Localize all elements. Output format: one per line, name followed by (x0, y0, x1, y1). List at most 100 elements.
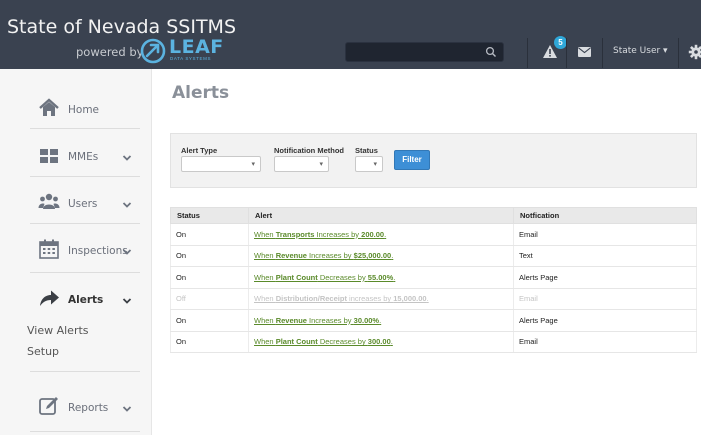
table-row: On When Plant Count Decreases by 55.00%. A… (170, 266, 697, 289)
filter-button[interactable]: Filter (394, 150, 430, 170)
sidebar-item-label: Alerts (68, 294, 104, 306)
status-select[interactable]: ▾ (355, 156, 383, 172)
select-caret-icon: ▾ (251, 161, 255, 168)
sidebar-item-inspections[interactable]: Inspections (0, 228, 152, 274)
alert-rule-link[interactable]: When Revenue Increases by 30.00%. (254, 316, 381, 325)
column-header-status: Status (170, 207, 249, 224)
table-row: On When Plant Count Decreases by 300.00. E… (170, 331, 697, 353)
alert-text: When (254, 294, 276, 304)
status-cell: On (170, 223, 249, 246)
leaf-logo-subtext: DATA SYSTEMS (170, 56, 212, 61)
table-row: Off When Distribution/Receipt increases b… (170, 288, 697, 310)
chevron-down-icon[interactable] (122, 153, 132, 163)
table-row: On When Revenue Increases by 30.00%. Alert… (170, 309, 697, 332)
alert-metric: Plant Count (275, 337, 318, 347)
leaf-logo-text: LEAF (169, 36, 224, 58)
alert-metric: Distribution/Receipt (275, 294, 347, 304)
sidebar-divider (30, 371, 140, 372)
sidebar: Home MMEs Users Inspections Alerts View … (0, 69, 152, 435)
alert-text: When (254, 272, 276, 282)
status-cell: On (170, 266, 249, 289)
alert-metric: Transports (275, 229, 315, 239)
chevron-down-icon[interactable] (122, 200, 132, 210)
mail-icon[interactable] (578, 47, 591, 57)
gear-icon[interactable] (688, 44, 701, 60)
alert-text: Decreases by (317, 272, 368, 282)
alert-text: When (254, 229, 276, 239)
search-icon[interactable] (485, 46, 497, 58)
alert-amount: 30.00% (353, 315, 380, 325)
sidebar-item-label: Users (68, 198, 98, 210)
chevron-down-icon[interactable] (122, 247, 132, 257)
status-label: Status (355, 146, 378, 155)
calendar-icon (39, 239, 59, 259)
alert-text: . (379, 315, 382, 325)
alert-text: . (384, 229, 387, 239)
notification-cell: Alerts Page (513, 309, 697, 332)
alerts-table: Status Alert Notfication On When Transpor… (170, 207, 697, 353)
top-header: State of Nevada SSITMS powered by LEAF D… (0, 0, 701, 69)
chevron-down-icon[interactable] (122, 404, 132, 414)
select-caret-icon: ▾ (319, 161, 323, 168)
edit-icon (39, 397, 58, 415)
alert-text: . (390, 337, 393, 347)
alert-text: When (254, 251, 276, 261)
alert-type-select[interactable]: ▾ (181, 156, 261, 172)
notification-cell: Email (513, 331, 697, 353)
column-header-notification: Notfication (513, 207, 697, 224)
alert-rule-link[interactable]: When Plant Count Decreases by 300.00. (254, 337, 393, 346)
filter-panel: Alert Type ▾ Notification Method ▾ Statu… (170, 133, 697, 188)
sidebar-item-mmes[interactable]: MMEs (0, 135, 152, 181)
alert-text: Increases by (314, 229, 362, 239)
header-divider (566, 38, 567, 68)
notification-cell: Email (513, 288, 697, 310)
sidebar-item-alerts[interactable]: Alerts (0, 276, 152, 322)
sidebar-item-label: Reports (68, 402, 109, 414)
status-cell: On (170, 309, 249, 332)
user-menu-dropdown[interactable]: State User ▾ (613, 46, 668, 56)
notification-method-select[interactable]: ▾ (274, 156, 329, 172)
sidebar-item-home[interactable]: Home (0, 87, 152, 133)
header-divider (678, 38, 679, 68)
column-header-alert: Alert (248, 207, 514, 224)
alert-amount: $25,000.00 (353, 251, 392, 261)
table-row: On When Revenue Increases by $25,000.00. T… (170, 245, 697, 267)
powered-by-label: powered by (76, 45, 144, 59)
notification-cell: Text (513, 245, 697, 267)
alert-amount: 300.00 (367, 337, 391, 347)
header-divider (602, 38, 603, 68)
notification-method-label: Notification Method (274, 146, 344, 155)
share-arrow-icon (40, 290, 59, 306)
chevron-down-icon[interactable] (122, 296, 132, 306)
alert-amount: 200.00 (361, 229, 385, 239)
alert-rule-link[interactable]: When Transports Increases by 200.00. (254, 230, 386, 239)
sidebar-item-reports[interactable]: Reports (0, 385, 152, 431)
alert-amount: 15,000.00 (393, 294, 427, 304)
alert-text: Increases by (306, 315, 354, 325)
alert-cell: When Transports Increases by 200.00. (248, 223, 514, 246)
alert-rule-link[interactable]: When Plant Count Decreases by 55.00%. (254, 273, 395, 282)
sidebar-item-label: Home (68, 104, 100, 116)
sidebar-item-label: Inspections (68, 245, 128, 257)
alert-type-label: Alert Type (181, 146, 218, 155)
alert-rule-link[interactable]: When Distribution/Receipt increases by 1… (254, 294, 429, 303)
sidebar-item-users[interactable]: Users (0, 181, 152, 227)
home-icon (39, 98, 59, 116)
alert-text: When (254, 337, 276, 347)
sidebar-divider (30, 272, 140, 273)
alert-rule-link[interactable]: When Revenue Increases by $25,000.00. (254, 251, 393, 260)
alert-cell: When Distribution/Receipt increases by 1… (248, 288, 514, 310)
notification-cell: Email (513, 223, 697, 246)
sidebar-subitem-view-alerts[interactable]: View Alerts (27, 324, 89, 337)
alert-text: . (393, 272, 396, 282)
alert-text: . (391, 251, 394, 261)
alert-text: Decreases by (317, 337, 368, 347)
page-title: Alerts (172, 83, 230, 103)
table-header-row: Status Alert Notfication (170, 207, 697, 224)
search-input[interactable] (345, 42, 504, 62)
header-divider (527, 38, 528, 68)
notification-cell: Alerts Page (513, 266, 697, 289)
sidebar-divider (30, 128, 140, 129)
alert-cell: When Plant Count Decreases by 55.00%. (248, 266, 514, 289)
sidebar-subitem-setup[interactable]: Setup (27, 345, 59, 358)
